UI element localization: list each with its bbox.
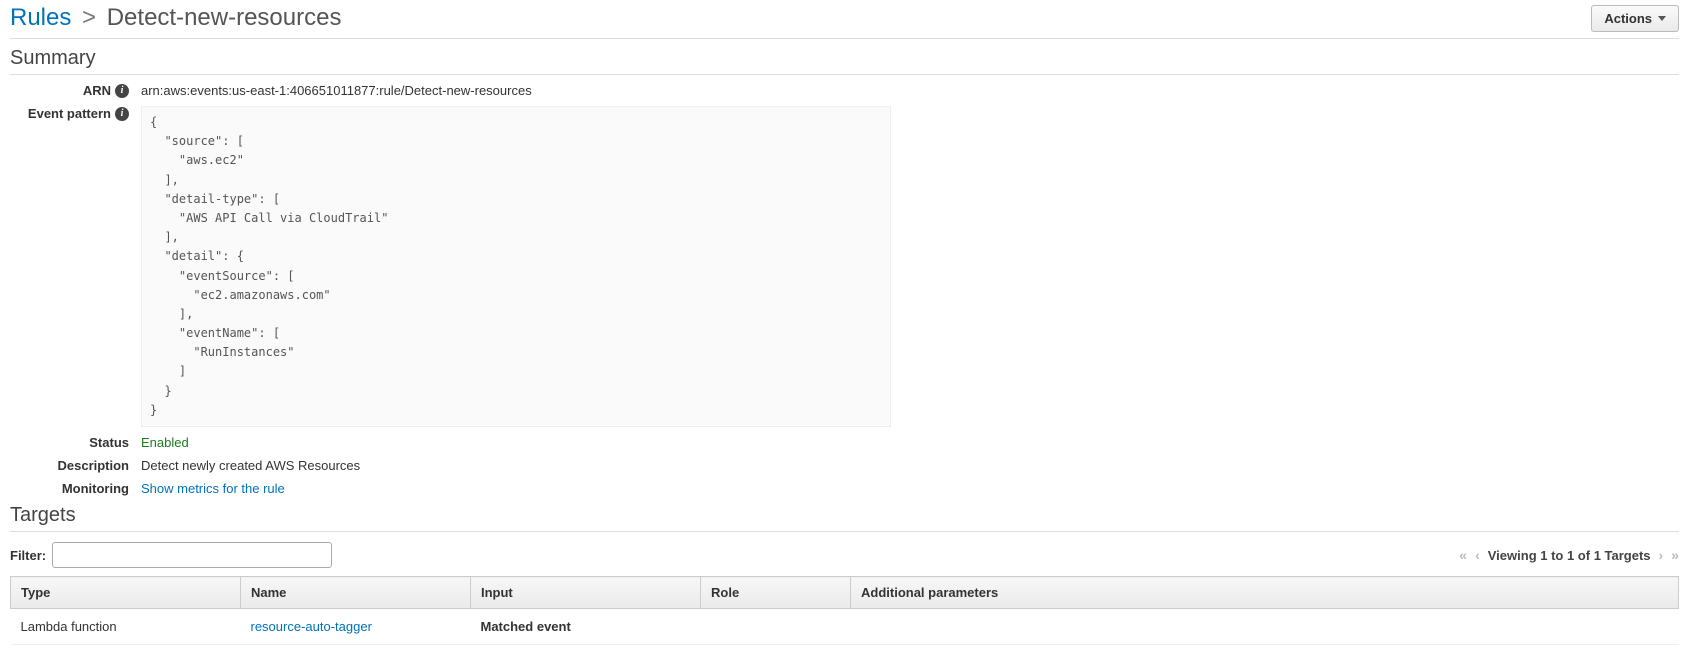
col-type[interactable]: Type (11, 577, 241, 609)
cell-type: Lambda function (11, 609, 241, 645)
col-input[interactable]: Input (471, 577, 701, 609)
breadcrumb: Rules > Detect-new-resources (10, 4, 341, 32)
monitoring-label: Monitoring (62, 481, 129, 496)
description-value: Detect newly created AWS Resources (135, 456, 360, 473)
table-row[interactable]: Lambda function resource-auto-tagger Mat… (11, 609, 1679, 645)
targets-table: Type Name Input Role Additional paramete… (10, 576, 1679, 645)
col-role[interactable]: Role (701, 577, 851, 609)
pager: « ‹ Viewing 1 to 1 of 1 Targets › » (1459, 547, 1679, 563)
targets-heading: Targets (10, 504, 1679, 532)
chevron-down-icon (1658, 16, 1666, 21)
summary-heading: Summary (10, 47, 1679, 75)
cell-input: Matched event (471, 609, 701, 645)
pager-next-icon[interactable]: › (1659, 547, 1664, 563)
pager-prev-icon[interactable]: ‹ (1475, 547, 1480, 563)
info-icon[interactable]: i (115, 107, 129, 121)
col-name[interactable]: Name (241, 577, 471, 609)
event-pattern-code: { "source": [ "aws.ec2" ], "detail-type"… (141, 106, 891, 427)
actions-button[interactable]: Actions (1591, 5, 1679, 32)
arn-value: arn:aws:events:us-east-1:406651011877:ru… (135, 81, 532, 98)
pager-text: Viewing 1 to 1 of 1 Targets (1488, 548, 1651, 563)
actions-button-label: Actions (1604, 11, 1652, 26)
description-label: Description (57, 458, 129, 473)
event-pattern-label: Event pattern (28, 106, 111, 121)
cell-role (701, 609, 851, 645)
breadcrumb-separator: > (82, 4, 96, 31)
breadcrumb-current: Detect-new-resources (107, 4, 342, 31)
filter-label: Filter: (10, 548, 46, 563)
col-additional[interactable]: Additional parameters (851, 577, 1679, 609)
pager-first-icon[interactable]: « (1459, 547, 1467, 563)
info-icon[interactable]: i (115, 84, 129, 98)
cell-additional (851, 609, 1679, 645)
monitoring-link[interactable]: Show metrics for the rule (141, 481, 285, 496)
pager-last-icon[interactable]: » (1671, 547, 1679, 563)
filter-input[interactable] (52, 542, 332, 568)
status-label: Status (89, 435, 129, 450)
arn-label: ARN (83, 83, 111, 98)
breadcrumb-root-link[interactable]: Rules (10, 4, 71, 31)
status-value: Enabled (135, 433, 189, 450)
cell-name-link[interactable]: resource-auto-tagger (251, 619, 372, 634)
